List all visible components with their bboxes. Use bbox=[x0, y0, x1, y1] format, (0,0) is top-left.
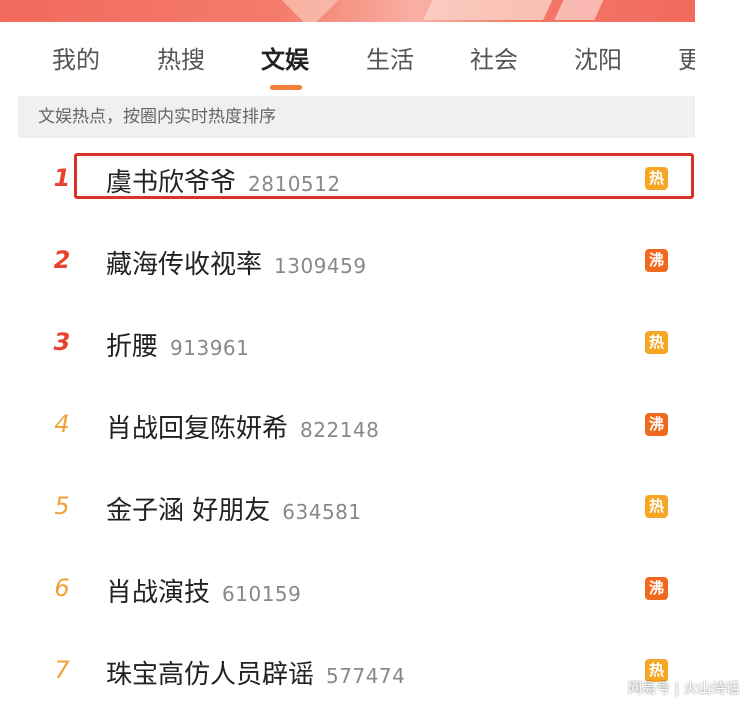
rank-number: 2 bbox=[53, 246, 71, 274]
tab-entertainment[interactable]: 文娱 bbox=[261, 40, 309, 75]
banner-decoration bbox=[281, 0, 339, 22]
heat-count: 1309459 bbox=[274, 254, 367, 278]
boiling-badge-icon: 沸 bbox=[645, 249, 668, 272]
list-item[interactable]: 7 珠宝高仿人员辟谣 577474 热 bbox=[0, 632, 695, 703]
boiling-badge-icon: 沸 bbox=[645, 577, 668, 600]
list-item[interactable]: 3 折腰 913961 热 bbox=[0, 304, 695, 386]
topic-title-text: 肖战演技 bbox=[106, 578, 211, 608]
tab-life[interactable]: 生活 bbox=[366, 40, 414, 75]
page-edge bbox=[695, 0, 750, 703]
list-item[interactable]: 5 金子涵 好朋友 634581 热 bbox=[0, 468, 695, 550]
topic-title-text: 藏海传收视率 bbox=[106, 250, 263, 280]
list-item[interactable]: 6 肖战演技 610159 沸 bbox=[0, 550, 695, 632]
section-subheader: 文娱热点，按圈内实时热度排序 bbox=[18, 96, 695, 138]
banner-decoration bbox=[554, 0, 606, 20]
topic-title-text: 珠宝高仿人员辟谣 bbox=[106, 660, 315, 690]
watermark: 网易号 | 火山诗话 bbox=[628, 681, 740, 697]
highlight-box bbox=[74, 153, 694, 199]
topic-title[interactable]: 金子涵 好朋友 634581 bbox=[106, 490, 362, 527]
topic-title-text: 折腰 bbox=[106, 332, 159, 362]
tab-shenyang[interactable]: 沈阳 bbox=[574, 40, 622, 75]
tab-society[interactable]: 社会 bbox=[470, 40, 518, 75]
topic-title-text: 肖战回复陈妍希 bbox=[106, 414, 289, 444]
tab-more[interactable]: 更 bbox=[678, 40, 695, 75]
hot-badge-icon: 热 bbox=[645, 495, 668, 518]
topic-title-text: 金子涵 好朋友 bbox=[106, 496, 271, 526]
boiling-badge-icon: 沸 bbox=[645, 413, 668, 436]
rank-number: 7 bbox=[54, 656, 70, 684]
heat-count: 913961 bbox=[170, 336, 250, 360]
heat-count: 634581 bbox=[282, 500, 362, 524]
topic-title[interactable]: 肖战演技 610159 bbox=[106, 572, 301, 609]
category-tabs: 我的 热搜 文娱 生活 社会 沈阳 更 bbox=[0, 22, 695, 92]
hot-badge-icon: 热 bbox=[645, 331, 668, 354]
tab-hot-search[interactable]: 热搜 bbox=[157, 40, 205, 75]
list-item[interactable]: 4 肖战回复陈妍希 822148 沸 bbox=[0, 386, 695, 468]
topic-title[interactable]: 藏海传收视率 1309459 bbox=[106, 244, 367, 281]
topic-title[interactable]: 肖战回复陈妍希 822148 bbox=[106, 408, 379, 445]
heat-count: 610159 bbox=[222, 582, 302, 606]
tab-mine[interactable]: 我的 bbox=[52, 40, 100, 75]
rank-number: 1 bbox=[53, 164, 71, 192]
active-tab-indicator bbox=[270, 85, 302, 90]
topic-title[interactable]: 珠宝高仿人员辟谣 577474 bbox=[106, 654, 405, 691]
banner-decoration bbox=[423, 0, 557, 20]
rank-number: 6 bbox=[54, 574, 70, 602]
list-item[interactable]: 2 藏海传收视率 1309459 沸 bbox=[0, 222, 695, 304]
rank-number: 4 bbox=[54, 410, 70, 438]
rank-number: 3 bbox=[53, 328, 71, 356]
heat-count: 822148 bbox=[300, 418, 380, 442]
rank-number: 5 bbox=[54, 492, 70, 520]
topic-title[interactable]: 折腰 913961 bbox=[106, 326, 249, 363]
top-banner[interactable] bbox=[0, 0, 695, 22]
heat-count: 577474 bbox=[326, 664, 406, 688]
